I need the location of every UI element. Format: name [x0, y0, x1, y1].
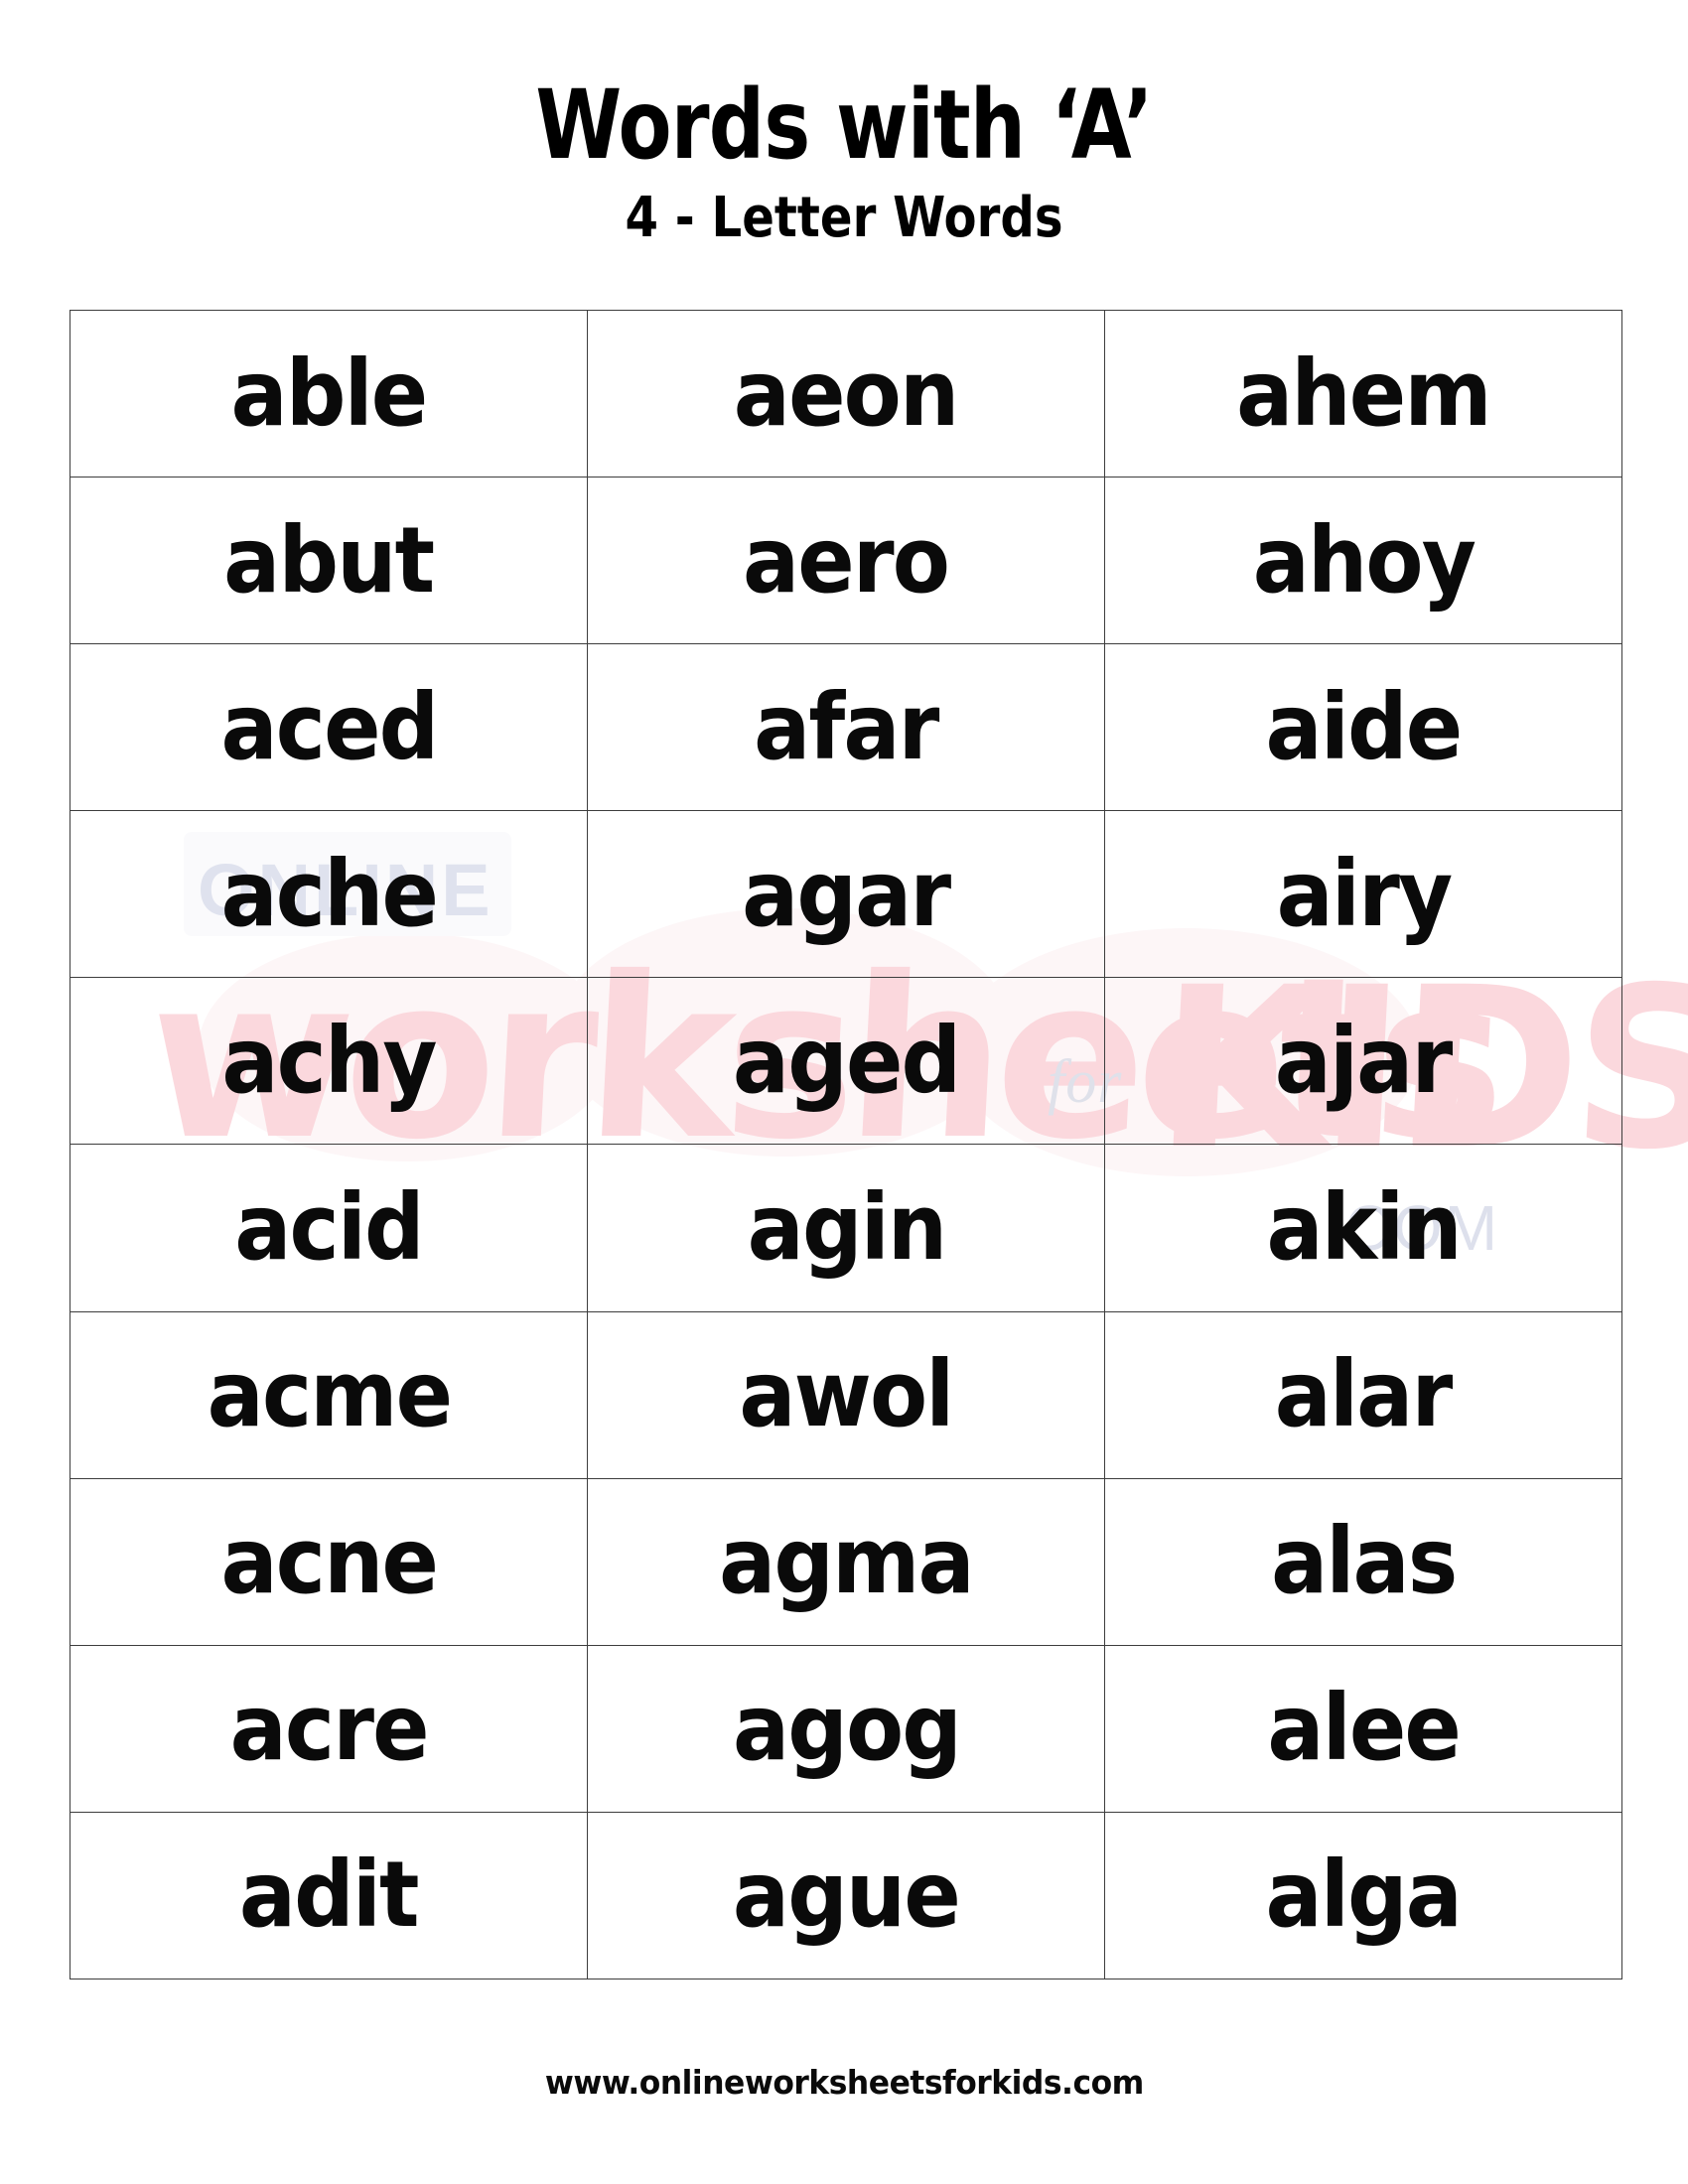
table-row: acne agma alas — [70, 1477, 1622, 1646]
word-cell: ahem — [1104, 309, 1622, 478]
word-text: aide — [1265, 673, 1464, 780]
word-text: aged — [732, 1007, 961, 1114]
word-cell: alar — [1104, 1310, 1622, 1479]
word-cell: afar — [587, 643, 1105, 812]
word-text: airy — [1276, 840, 1453, 947]
word-cell: aeon — [587, 309, 1105, 478]
word-text: alar — [1275, 1341, 1453, 1448]
word-text: acid — [234, 1174, 424, 1282]
page-subtitle: 4 - Letter Words — [625, 185, 1063, 250]
word-text: acre — [229, 1675, 429, 1782]
word-cell: alga — [1104, 1811, 1622, 1979]
word-text: alas — [1270, 1508, 1458, 1615]
word-cell: agma — [587, 1477, 1105, 1646]
word-cell: achy — [70, 977, 588, 1146]
word-text: afar — [754, 673, 939, 780]
word-cell: ache — [70, 810, 588, 979]
word-cell: abut — [70, 477, 588, 645]
word-cell: aced — [70, 643, 588, 812]
word-grid-body: able aeon ahem abut aero ahoy aced afar … — [70, 309, 1622, 1979]
word-cell: adit — [70, 1811, 588, 1979]
table-row: acme awol alar — [70, 1310, 1622, 1479]
word-text: ahoy — [1252, 506, 1476, 614]
word-text: acne — [220, 1508, 438, 1615]
word-text: acme — [207, 1341, 452, 1448]
word-cell: aide — [1104, 643, 1622, 812]
word-text: agin — [747, 1174, 946, 1282]
word-text: awol — [739, 1341, 954, 1448]
word-cell: ague — [587, 1811, 1105, 1979]
table-row: acid agin akin — [70, 1144, 1622, 1312]
word-cell: acre — [70, 1644, 588, 1813]
worksheet-page: worksheets for KIDS .COM ONLINE Words wi… — [0, 0, 1688, 2184]
word-text: ahem — [1236, 340, 1491, 447]
word-text: ajar — [1275, 1007, 1453, 1114]
word-text: akin — [1266, 1174, 1462, 1282]
page-title: Words with ‘A’ — [535, 69, 1153, 181]
table-row: ache agar airy — [70, 810, 1622, 979]
word-cell: alas — [1104, 1477, 1622, 1646]
word-text: agma — [719, 1508, 974, 1615]
word-cell: alee — [1104, 1644, 1622, 1813]
word-cell: agar — [587, 810, 1105, 979]
word-text: aced — [220, 673, 439, 780]
table-row: achy aged ajar — [70, 977, 1622, 1146]
word-cell: awol — [587, 1310, 1105, 1479]
word-text: abut — [223, 506, 435, 614]
table-row: able aeon ahem — [70, 309, 1622, 478]
word-text: alga — [1265, 1842, 1463, 1949]
word-cell: agin — [587, 1144, 1105, 1312]
word-text: adit — [239, 1842, 420, 1949]
word-cell: agog — [587, 1644, 1105, 1813]
word-grid: able aeon ahem abut aero ahoy aced afar … — [70, 309, 1622, 1979]
word-cell: acme — [70, 1310, 588, 1479]
footer-website-url: www.onlineworksheetsforkids.com — [544, 2063, 1144, 2102]
word-cell: akin — [1104, 1144, 1622, 1312]
word-cell: airy — [1104, 810, 1622, 979]
table-row: abut aero ahoy — [70, 477, 1622, 645]
word-text: alee — [1267, 1675, 1461, 1782]
word-text: ache — [220, 840, 438, 947]
worksheet-footer: www.onlineworksheetsforkids.com — [0, 2063, 1688, 2102]
word-cell: able — [70, 309, 588, 478]
word-cell: aero — [587, 477, 1105, 645]
word-cell: acid — [70, 1144, 588, 1312]
word-text: aero — [743, 506, 950, 614]
worksheet-header: Words with ‘A’ 4 - Letter Words — [0, 0, 1688, 248]
word-cell: ahoy — [1104, 477, 1622, 645]
word-cell: aged — [587, 977, 1105, 1146]
word-text: agar — [742, 840, 951, 947]
table-row: aced afar aide — [70, 643, 1622, 812]
table-row: acre agog alee — [70, 1644, 1622, 1813]
word-text: able — [230, 340, 429, 447]
word-text: aeon — [734, 340, 959, 447]
table-row: adit ague alga — [70, 1811, 1622, 1979]
word-text: ague — [732, 1842, 961, 1949]
word-text: achy — [221, 1007, 437, 1114]
word-text: agog — [732, 1675, 961, 1782]
word-cell: ajar — [1104, 977, 1622, 1146]
word-cell: acne — [70, 1477, 588, 1646]
